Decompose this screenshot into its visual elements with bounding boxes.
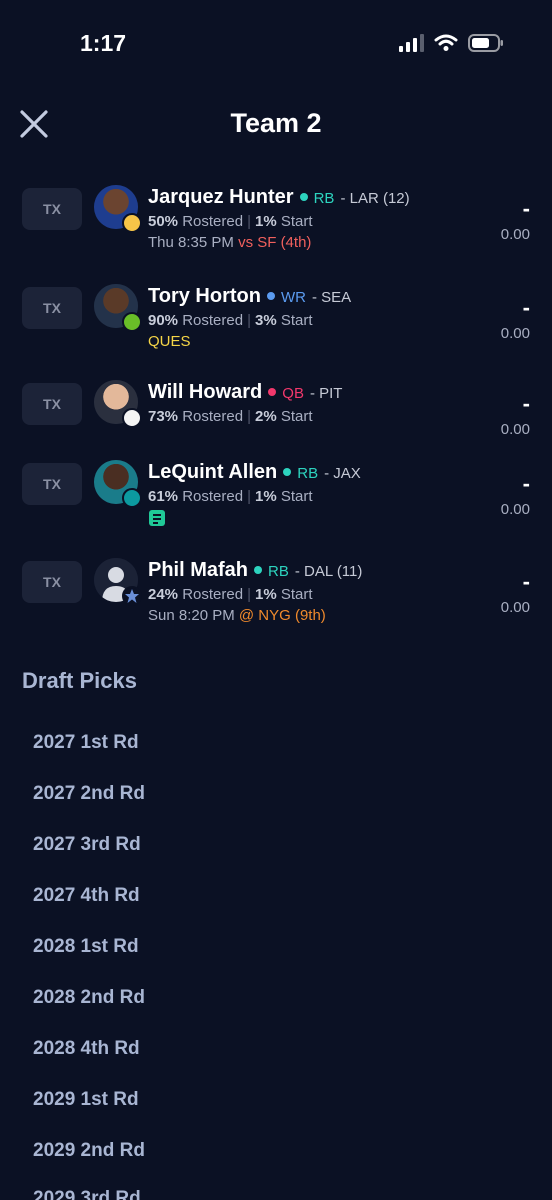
roster-stats: 61% Rostered | 1% Start — [148, 488, 313, 505]
trade-button[interactable]: TX — [22, 383, 82, 425]
player-row[interactable]: TX Jarquez Hunter RB - LAR (12) 50% Rost… — [0, 180, 552, 270]
player-name[interactable]: LeQuint Allen — [148, 461, 277, 484]
status-bar: 1:17 — [0, 0, 552, 90]
score: - 0.00 — [500, 295, 530, 343]
draft-pick-item[interactable]: 2027 4th Rd — [33, 885, 140, 907]
player-avatar — [94, 284, 142, 332]
team-logo-icon — [122, 488, 142, 508]
position-dot — [266, 292, 275, 300]
draft-pick-item[interactable]: 2028 4th Rd — [33, 1038, 140, 1060]
score: - 0.00 — [500, 569, 530, 617]
roster-stats: 24% Rostered | 1% Start — [148, 586, 313, 603]
team-info: - PIT — [309, 385, 343, 402]
position-dot — [254, 566, 263, 574]
position-dot — [268, 388, 277, 396]
player-name[interactable]: Phil Mafah — [148, 559, 248, 582]
trade-button[interactable]: TX — [22, 561, 82, 603]
news-note-icon[interactable] — [148, 509, 166, 527]
position-label: RB — [297, 465, 319, 482]
position-label: RB — [313, 190, 335, 207]
team-info: - DAL (11) — [294, 563, 363, 580]
score: - 0.00 — [500, 196, 530, 244]
position-dot — [299, 193, 308, 201]
header: Team 2 — [0, 100, 552, 160]
draft-pick-item[interactable]: 2027 1st Rd — [33, 732, 139, 754]
draft-pick-item[interactable]: 2027 2nd Rd — [33, 783, 145, 805]
position-label: WR — [280, 289, 306, 306]
team-info: - JAX — [324, 465, 361, 482]
position-label: QB — [282, 385, 304, 402]
roster-stats: 50% Rostered | 1% Start — [148, 213, 313, 230]
draft-pick-item[interactable]: 2029 3rd Rd — [33, 1188, 141, 1200]
page-title: Team 2 — [230, 108, 322, 138]
player-name[interactable]: Jarquez Hunter — [148, 186, 294, 209]
trade-button[interactable]: TX — [22, 188, 82, 230]
position-dot — [283, 468, 292, 476]
draft-pick-item[interactable]: 2027 3rd Rd — [33, 834, 141, 856]
team-logo-icon — [122, 213, 142, 233]
team-logo-icon — [122, 586, 142, 606]
draft-pick-item[interactable]: 2029 2nd Rd — [33, 1140, 145, 1162]
draft-pick-item[interactable]: 2028 1st Rd — [33, 936, 139, 958]
signal-icon — [399, 34, 424, 52]
wifi-icon — [434, 34, 458, 52]
player-avatar — [94, 460, 142, 508]
score: - 0.00 — [500, 391, 530, 439]
team-info: - LAR (12) — [340, 190, 410, 207]
player-row[interactable]: TX LeQuint Allen RB - JAX 61% Rostered | 1… — [0, 455, 552, 545]
trade-button[interactable]: TX — [22, 463, 82, 505]
player-row[interactable]: TX Phil Mafah RB - DAL (11) 24% Rostered… — [0, 553, 552, 643]
team-info: - SEA — [311, 289, 352, 306]
draft-picks-heading: Draft Picks — [22, 668, 137, 693]
player-avatar — [94, 380, 142, 428]
battery-icon — [468, 34, 504, 52]
game-info: Thu 8:35 PM vs SF (4th) — [148, 234, 312, 251]
draft-pick-item[interactable]: 2028 2nd Rd — [33, 987, 145, 1009]
player-row[interactable]: TX Will Howard QB - PIT 73% Rostered | 2% … — [0, 375, 552, 465]
team-logo-icon — [122, 408, 142, 428]
player-avatar — [94, 558, 142, 606]
position-label: RB — [268, 563, 289, 580]
score: - 0.00 — [500, 471, 530, 519]
draft-pick-item[interactable]: 2029 1st Rd — [33, 1089, 139, 1111]
status-time: 1:17 — [80, 30, 127, 56]
status-icons — [399, 34, 504, 52]
game-info: Sun 8:20 PM @ NYG (9th) — [148, 607, 326, 624]
roster-stats: 90% Rostered | 3% Start — [148, 312, 313, 329]
team-logo-icon — [122, 312, 142, 332]
player-name[interactable]: Will Howard — [148, 381, 262, 404]
player-avatar — [94, 185, 142, 233]
roster-stats: 73% Rostered | 2% Start — [148, 408, 313, 425]
player-row[interactable]: TX Tory Horton WR - SEA 90% Rostered | 3% … — [0, 279, 552, 369]
trade-button[interactable]: TX — [22, 287, 82, 329]
player-name[interactable]: Tory Horton — [148, 285, 261, 308]
injury-status: QUES — [148, 333, 191, 350]
